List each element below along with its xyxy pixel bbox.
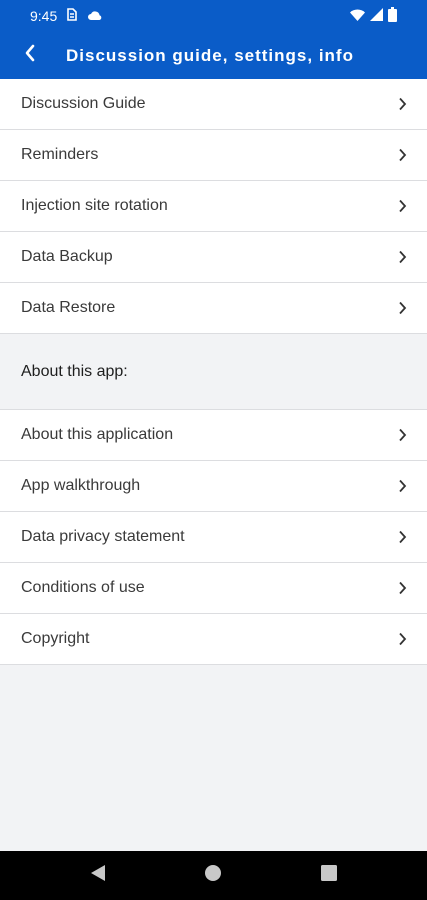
list-item-label: Conditions of use [21, 579, 145, 596]
section-header-about: About this app: [0, 334, 427, 410]
wifi-icon [350, 8, 365, 24]
chevron-right-icon [397, 478, 407, 494]
chevron-right-icon [397, 300, 407, 316]
battery-icon [388, 7, 397, 25]
list-item-conditions-of-use[interactable]: Conditions of use [0, 563, 427, 614]
back-chevron-icon [24, 44, 36, 67]
status-bar: 9:45 [0, 0, 427, 32]
list-item-about-this-application[interactable]: About this application [0, 410, 427, 461]
list-item-label: Data Restore [21, 299, 116, 316]
back-triangle-icon [90, 864, 106, 887]
list-item-data-backup[interactable]: Data Backup [0, 232, 427, 283]
app-bar: Discussion guide, settings, info [0, 32, 427, 79]
status-right [350, 7, 397, 25]
system-nav-bar [0, 851, 427, 900]
chevron-right-icon [397, 147, 407, 163]
list-item-copyright[interactable]: Copyright [0, 614, 427, 665]
chevron-right-icon [397, 529, 407, 545]
signal-icon [370, 8, 383, 24]
nav-home-button[interactable] [188, 851, 238, 900]
list-item-app-walkthrough[interactable]: App walkthrough [0, 461, 427, 512]
list-item-discussion-guide[interactable]: Discussion Guide [0, 79, 427, 130]
back-button[interactable] [0, 32, 60, 79]
status-time: 9:45 [30, 8, 58, 24]
nav-back-button[interactable] [73, 851, 123, 900]
chevron-right-icon [397, 631, 407, 647]
list-item-label: Data privacy statement [21, 528, 185, 545]
page-title: Discussion guide, settings, info [66, 45, 354, 65]
cloud-icon [87, 8, 103, 24]
chevron-right-icon [397, 249, 407, 265]
sim-icon [67, 8, 78, 24]
list-item-data-privacy-statement[interactable]: Data privacy statement [0, 512, 427, 563]
chevron-right-icon [397, 198, 407, 214]
list-item-label: Reminders [21, 146, 99, 163]
top-bar: 9:45 Discussion guide, settings, info [0, 0, 427, 79]
nav-recents-button[interactable] [304, 851, 354, 900]
list-item-reminders[interactable]: Reminders [0, 130, 427, 181]
chevron-right-icon [397, 427, 407, 443]
list-item-injection-site-rotation[interactable]: Injection site rotation [0, 181, 427, 232]
list-item-label: Discussion Guide [21, 95, 146, 112]
settings-list: Discussion Guide Reminders Injection sit… [0, 79, 427, 665]
recents-square-icon [321, 865, 338, 886]
status-left: 9:45 [30, 8, 103, 24]
list-item-label: App walkthrough [21, 477, 141, 494]
list-item-label: About this application [21, 426, 174, 443]
section-header-label: About this app: [21, 362, 128, 380]
list-item-label: Injection site rotation [21, 197, 168, 214]
list-item-data-restore[interactable]: Data Restore [0, 283, 427, 334]
home-circle-icon [204, 864, 222, 887]
list-item-label: Copyright [21, 630, 90, 647]
chevron-right-icon [397, 96, 407, 112]
chevron-right-icon [397, 580, 407, 596]
list-item-label: Data Backup [21, 248, 113, 265]
